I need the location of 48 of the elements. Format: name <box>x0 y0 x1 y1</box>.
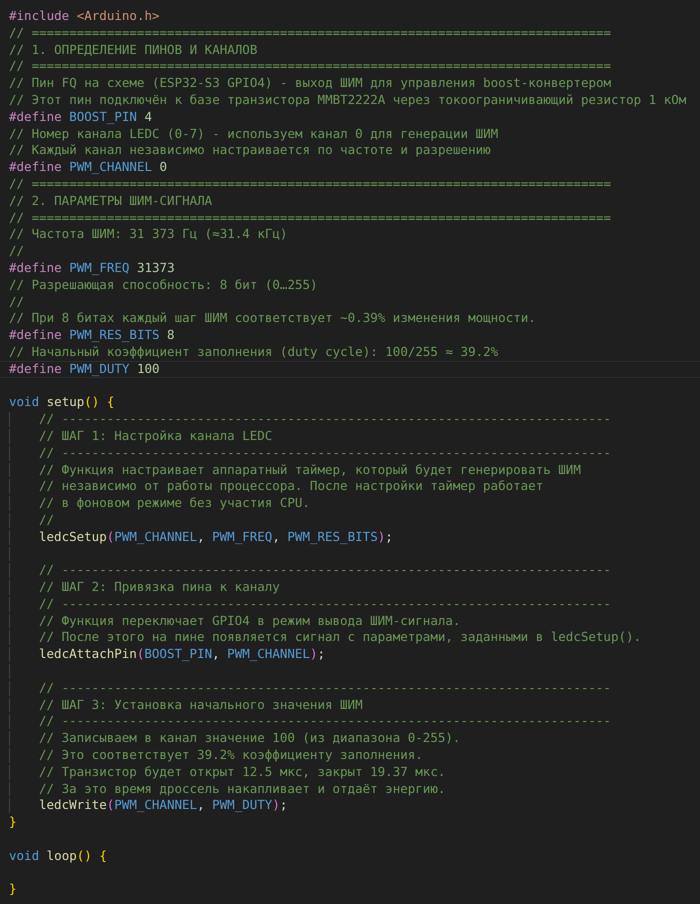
code-line: #include <Arduino.h> <box>8 8 161 25</box>
code-line: // ============================================================================= <box>8 210 612 226</box>
code-line: // Этот пин подключён к базе транзистора MMBT2222A через токоограничивающий резистор 1 кОм <box>8 92 688 109</box>
code-line: // ------------------------------------------------------------------------- <box>0 680 700 697</box>
code-line: // Записываем в канал значение 100 (из диапазона 0-255). <box>0 730 700 748</box>
code-line: #define PWM_RES_BITS 8 <box>8 327 176 344</box>
code-line: } <box>8 881 18 898</box>
code-line: ledcAttachPin(BOOST_PIN, PWM_CHANNEL); <box>0 646 700 664</box>
code-line: // Транзистор будет открыт 12.5 мкс, закрыт 19.37 мкс. <box>0 764 700 781</box>
code-line: void setup() { <box>8 394 116 412</box>
code-line: // Разрешающая способность: 8 бит (0…255) <box>8 276 319 294</box>
code-line: // Частота ШИМ: 31 373 Гц (≈31.4 кГц) <box>8 226 288 244</box>
code-line: // Функция переключает GPIO4 в режим вывода ШИМ-сигнала. <box>0 612 700 630</box>
code-line: // ------------------------------------------------------------------------- <box>0 562 700 580</box>
code-line: // Номер канала LEDC (0-7) - используем канал 0 для генерации ШИМ <box>8 126 500 142</box>
code-line: // независимо от работы процессора. После настройки таймер работает <box>0 478 700 496</box>
code-line: // 2. ПАРАМЕТРЫ ШИМ-СИГНАЛА <box>8 192 214 210</box>
code-line: // При 8 битах каждый шаг ШИМ соответствует ~0.39% изменения мощности. <box>8 310 537 328</box>
code-line: // <box>8 294 26 310</box>
code-line: // 1. ОПРЕДЕЛЕНИЕ ПИНОВ И КАНАЛОВ <box>8 42 258 58</box>
code-line: // После этого на пине появляется сигнал с параметрами, заданными в ledcSetup(). <box>0 629 700 646</box>
code-line: #define PWM_CHANNEL 0 <box>8 159 168 176</box>
code-line: void loop() { <box>8 848 108 865</box>
code-line: // Это соответствует 39.2% коэффициенту заполнения. <box>0 747 700 764</box>
code-line: // ШАГ 1: Настройка канала LEDC <box>0 428 700 445</box>
code-line: // Функция настраивает аппаратный таймер, который будет генерировать ШИМ <box>0 462 700 478</box>
code-line: ledcWrite(PWM_CHANNEL, PWM_DUTY); <box>0 797 700 814</box>
code-line: ledcSetup(PWM_CHANNEL, PWM_FREQ, PWM_RES_BITS); <box>0 528 700 546</box>
code-line: // За это время дроссель накапливает и отдаёт энергию. <box>0 780 700 798</box>
code-line: // <box>0 512 700 529</box>
code-line: // в фоновом режиме без участия CPU. <box>0 495 700 512</box>
code-line: #define PWM_DUTY 100 <box>0 360 700 378</box>
code-line: #define BOOST_PIN 4 <box>8 108 154 126</box>
code-line: #define PWM_FREQ 31373 <box>8 260 176 277</box>
code-line: // ШАГ 3: Установка начального значения ШИМ <box>0 696 700 714</box>
code-line: // Начальный коэффициент заполнения (duty cycle): 100/255 ≈ 39.2% <box>8 344 500 361</box>
code-line: // <box>8 243 26 260</box>
code-line: // ------------------------------------------------------------------------- <box>0 596 700 613</box>
code-line: // ------------------------------------------------------------------------- <box>0 444 700 462</box>
code-line: // ============================================================================= <box>8 58 612 76</box>
code-line: // ============================================================================= <box>8 24 612 42</box>
code-line: // Каждый канал независимо настраивается по частоте и разрешению <box>8 142 492 160</box>
code-line: // ============================================================================= <box>8 176 612 193</box>
code-line: } <box>8 814 18 832</box>
code-line: // ------------------------------------------------------------------------- <box>0 411 700 428</box>
code-line: // ------------------------------------------------------------------------- <box>0 713 700 730</box>
code-line: // ШАГ 2: Привязка пина к каналу <box>0 579 700 596</box>
code-line: // Пин FQ на схеме (ESP32-S3 GPIO4) - выход ШИМ для управления boost-конвертером <box>8 75 612 92</box>
